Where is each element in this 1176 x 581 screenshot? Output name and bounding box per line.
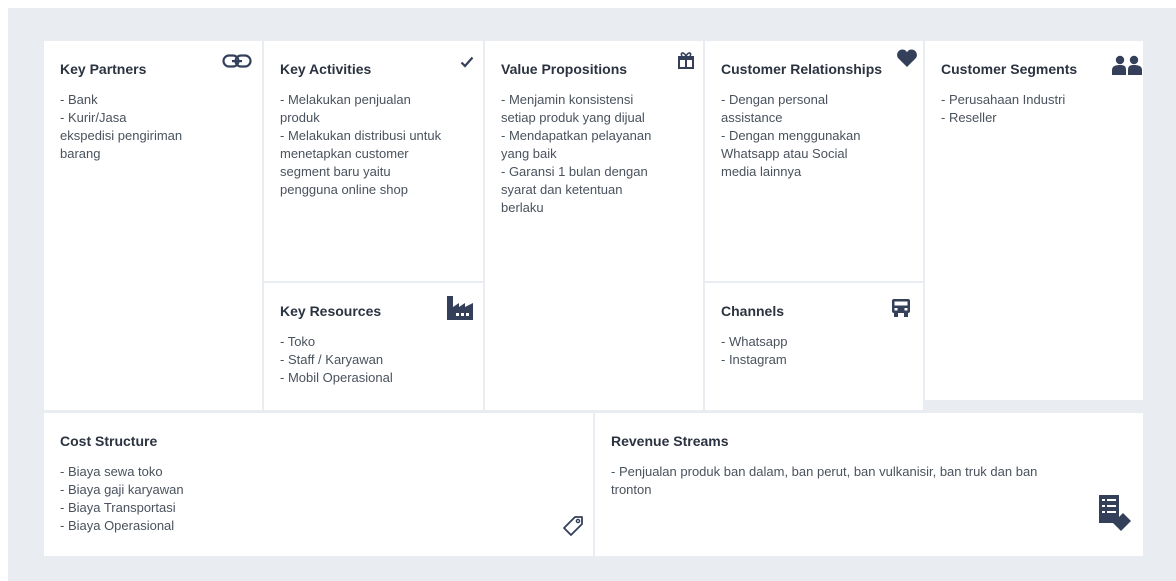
list-item: - Reseller — [941, 110, 997, 125]
customer-segments-block: Customer Segments - Perusahaan Industri … — [925, 41, 1143, 400]
list-item: - Whatsapp — [721, 334, 788, 349]
list-item: - Biaya sewa toko — [60, 464, 163, 479]
list-item: berlaku — [501, 200, 544, 215]
key-resources-block: Key Resources - Toko - Staff / Karyawan … — [264, 283, 483, 410]
heart-icon — [897, 49, 917, 67]
people-icon — [1112, 55, 1142, 75]
list-item: syarat dan ketentuan — [501, 182, 623, 197]
link-icon — [222, 54, 252, 68]
gift-icon — [678, 51, 694, 69]
list-item: barang — [60, 146, 101, 161]
revenue-streams-block: Revenue Streams - Penjualan produk ban d… — [595, 413, 1143, 556]
list-item: Whatsapp atau Social — [721, 146, 848, 161]
value-propositions-list: - Menjamin konsistensi setiap produk yan… — [501, 91, 687, 217]
list-item: - Mendapatkan pelayanan — [501, 128, 652, 143]
list-item: - Kurir/Jasa — [60, 110, 127, 125]
key-partners-title: Key Partners — [60, 61, 147, 77]
list-item: - Staff / Karyawan — [280, 352, 384, 367]
list-item: - Biaya Transportasi — [60, 500, 176, 515]
key-partners-list: - Bank - Kurir/Jasa ekspedisi pengiriman… — [60, 91, 246, 163]
list-item: - Instagram — [721, 352, 787, 367]
checkmark-icon — [460, 56, 474, 68]
list-item: segment baru yaitu — [280, 164, 391, 179]
list-item: setiap produk yang dijual — [501, 110, 645, 125]
channels-list: - Whatsapp - Instagram — [721, 333, 907, 369]
price-tag-icon — [562, 515, 584, 537]
list-item: assistance — [721, 110, 783, 125]
list-item: media lainnya — [721, 164, 802, 179]
business-model-canvas: Key Partners - Bank - Kurir/Jasa ekspedi… — [8, 8, 1176, 581]
customer-relationships-title: Customer Relationships — [721, 61, 883, 77]
key-activities-block: Key Activities - Melakukan penjualan pro… — [264, 41, 483, 281]
truck-icon — [891, 298, 911, 318]
list-item: - Bank — [60, 92, 98, 107]
list-item: - Perusahaan Industri — [941, 92, 1066, 107]
cost-structure-block: Cost Structure - Biaya sewa toko - Biaya… — [44, 413, 593, 556]
list-item: menetapkan customer — [280, 146, 409, 161]
customer-relationships-list: - Dengan personal assistance - Dengan me… — [721, 91, 907, 181]
list-item: yang baik — [501, 146, 557, 161]
list-item: - Melakukan penjualan — [280, 92, 411, 107]
customer-relationships-block: Customer Relationships - Dengan personal… — [705, 41, 923, 281]
list-item: - Mobil Operasional — [280, 370, 393, 385]
list-item: - Toko — [280, 334, 316, 349]
list-item: tronton — [611, 482, 652, 497]
customer-segments-title: Customer Segments — [941, 61, 1078, 77]
list-item: - Biaya gaji karyawan — [60, 482, 184, 497]
invoice-icon — [1099, 495, 1131, 535]
revenue-streams-list: - Penjualan produk ban dalam, ban perut,… — [611, 463, 1127, 499]
key-partners-block: Key Partners - Bank - Kurir/Jasa ekspedi… — [44, 41, 262, 410]
list-item: - Biaya Operasional — [60, 518, 175, 533]
key-activities-list: - Melakukan penjualan produk - Melakukan… — [280, 91, 467, 199]
key-resources-title: Key Resources — [280, 303, 382, 319]
list-item: - Garansi 1 bulan dengan — [501, 164, 648, 179]
key-resources-list: - Toko - Staff / Karyawan - Mobil Operas… — [280, 333, 467, 387]
list-item: - Dengan personal — [721, 92, 828, 107]
factory-icon — [447, 296, 473, 320]
value-propositions-block: Value Propositions - Menjamin konsistens… — [485, 41, 703, 410]
key-activities-title: Key Activities — [280, 61, 372, 77]
value-propositions-title: Value Propositions — [501, 61, 628, 77]
list-item: - Penjualan produk ban dalam, ban perut,… — [611, 464, 1038, 479]
channels-title: Channels — [721, 303, 785, 319]
revenue-streams-title: Revenue Streams — [611, 433, 729, 449]
cost-structure-title: Cost Structure — [60, 433, 158, 449]
channels-block: Channels - Whatsapp - Instagram — [705, 283, 923, 410]
customer-segments-list: - Perusahaan Industri - Reseller — [941, 91, 1127, 127]
cost-structure-list: - Biaya sewa toko - Biaya gaji karyawan … — [60, 463, 577, 535]
list-item: ekspedisi pengiriman — [60, 128, 183, 143]
list-item: - Menjamin konsistensi — [501, 92, 634, 107]
list-item: - Dengan menggunakan — [721, 128, 861, 143]
list-item: pengguna online shop — [280, 182, 408, 197]
list-item: - Melakukan distribusi untuk — [280, 128, 442, 143]
list-item: produk — [280, 110, 320, 125]
